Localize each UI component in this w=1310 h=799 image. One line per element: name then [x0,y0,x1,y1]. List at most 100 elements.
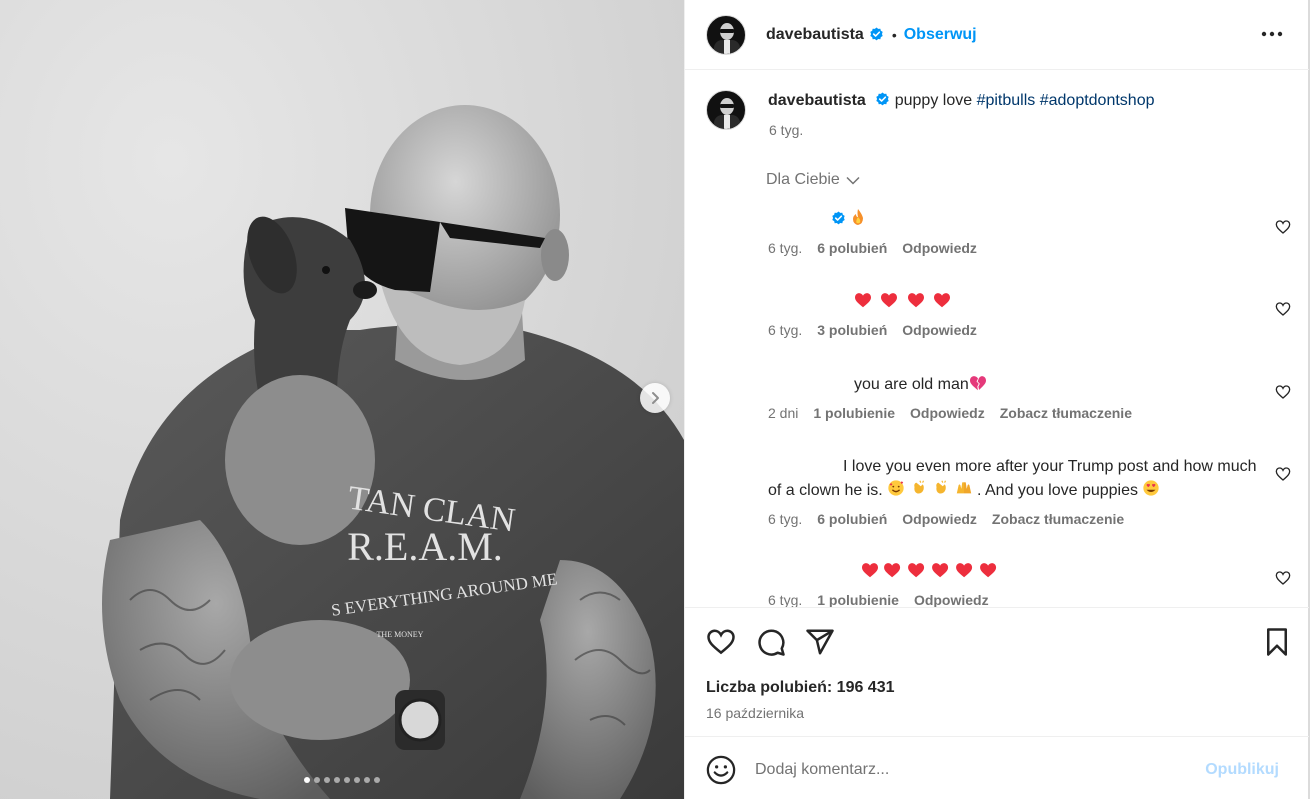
caption-time: 6 tyg. [769,122,804,138]
author-avatar[interactable] [706,14,746,55]
see-translation-button[interactable]: Zobacz tłumaczenie [992,511,1124,527]
like-comment-heart-icon[interactable] [1275,301,1291,317]
heart-emoji-icon [956,563,973,578]
post-media[interactable]: TAN CLAN R.E.A.M. S EVERYTHING AROUND ME… [0,0,684,799]
like-comment-heart-icon[interactable] [1275,384,1291,400]
comment-meta: 6 tyg. 3 polubień Odpowiedz [768,322,1288,338]
more-options-button[interactable] [1259,22,1285,46]
comment-likes[interactable]: 1 polubienie [813,405,895,421]
add-comment-bar: Opublikuj [685,738,1309,799]
raising-hands-emoji-icon [956,482,971,494]
post-header: davebautista • Obserwuj [685,0,1309,70]
caption-username[interactable]: davebautista [768,92,866,109]
comment-body [768,208,1288,232]
reply-button[interactable]: Odpowiedz [902,511,977,527]
like-comment-heart-icon[interactable] [1275,219,1291,235]
comment-input[interactable] [755,756,1195,784]
chevron-right-icon [652,392,659,404]
comment-likes[interactable]: 6 polubień [817,240,887,256]
comment-body [768,290,1288,314]
reply-button[interactable]: Odpowiedz [914,592,989,607]
heart-emoji-icon [934,293,951,308]
broken-heart-emoji-icon [969,376,986,391]
reply-button[interactable]: Odpowiedz [910,405,985,421]
comment-sort-label: Dla Ciebie [766,171,840,188]
heart-emoji-icon [980,563,997,578]
emoji-picker-icon[interactable] [706,755,736,785]
comment-body [768,560,1288,584]
comment-time: 6 tyg. [768,322,803,338]
like-comment-heart-icon[interactable] [1275,466,1291,482]
smiling-face-hearts-emoji-icon [888,480,904,496]
likes-count[interactable]: Liczba polubień: 196 431 [706,679,895,697]
heart-emoji-icon [881,293,898,308]
carousel-dot [354,777,360,783]
verified-badge-icon [870,27,883,41]
heart-emoji-icon [862,563,878,578]
caption-body: puppy love [894,92,973,109]
comment-item: 6 tyg. 1 polubienie Odpowiedz [768,560,1288,607]
comment-meta: 6 tyg. 6 polubień Odpowiedz [768,240,1288,256]
caption-avatar[interactable] [706,90,746,130]
clap-emoji-icon [936,480,947,494]
comment-likes[interactable]: 6 polubień [817,511,887,527]
see-translation-button[interactable]: Zobacz tłumaczenie [1000,405,1132,421]
post-photo: TAN CLAN R.E.A.M. S EVERYTHING AROUND ME… [0,0,684,799]
heart-eyes-emoji-icon [1143,480,1160,496]
comment-time: 2 dni [768,405,799,421]
comments-list[interactable]: davebautista puppy love #pitbulls #adopt… [685,71,1309,607]
reply-button[interactable]: Odpowiedz [902,322,977,338]
chevron-down-icon [846,176,860,185]
more-horizontal-icon [1261,31,1283,37]
like-comment-heart-icon[interactable] [1275,570,1291,586]
comment-item: I love you even more after your Trump po… [768,455,1268,527]
post-actions: Liczba polubień: 196 431 16 października [685,607,1309,737]
comment-text: you are old man [854,376,969,393]
save-bookmark-icon[interactable] [1262,627,1292,657]
comment-likes[interactable]: 3 polubień [817,322,887,338]
post-date: 16 października [706,705,805,721]
carousel-dot [374,777,380,783]
heart-emoji-icon [908,563,925,578]
reply-button[interactable]: Odpowiedz [902,240,977,256]
carousel-dot [364,777,370,783]
comment-body: you are old man [768,373,1288,397]
comment-time: 6 tyg. [768,511,803,527]
verified-badge-icon [876,92,889,106]
clap-emoji-icon [913,480,924,494]
heart-emoji-icon [907,293,924,308]
follow-button[interactable]: Obserwuj [904,26,977,44]
shirt-print-line2: R.E.A.M. [347,524,503,569]
hashtag-link[interactable]: #adoptdontshop [1040,92,1155,109]
comment-item: 6 tyg. 6 polubień Odpowiedz [768,208,1288,256]
heart-emoji-icon [932,563,949,578]
comment-body: I love you even more after your Trump po… [768,455,1268,503]
post-caption: davebautista puppy love #pitbulls #adopt… [706,90,1155,138]
comment-meta: 6 tyg. 6 polubień Odpowiedz Zobacz tłuma… [768,511,1268,527]
carousel-dot [324,777,330,783]
like-heart-icon[interactable] [706,627,736,657]
carousel-dot [344,777,350,783]
comment-time: 6 tyg. [768,592,803,607]
heart-emoji-icon [884,563,901,578]
comment-meta: 6 tyg. 1 polubienie Odpowiedz [768,592,1288,607]
carousel-dot [304,777,310,783]
comment-sort-dropdown[interactable]: Dla Ciebie [766,171,860,189]
fire-emoji-icon [853,209,864,225]
verified-badge-icon [832,211,845,225]
comment-bubble-icon[interactable] [756,627,786,657]
caption-text: davebautista puppy love #pitbulls #adopt… [768,90,1155,130]
comment-likes[interactable]: 1 polubienie [817,592,899,607]
share-paper-plane-icon[interactable] [805,627,835,657]
carousel-next-button[interactable] [640,383,670,413]
comment-item: 6 tyg. 3 polubień Odpowiedz [768,290,1288,338]
shirt-print-line4: THE MONEY [377,630,424,639]
author-username[interactable]: davebautista [766,26,864,44]
comment-text: I love you even more after your Trump po… [843,458,1213,475]
comment-time: 6 tyg. [768,240,803,256]
post-details-panel: davebautista • Obserwuj davebautista pup… [684,0,1310,799]
publish-button[interactable]: Opublikuj [1205,761,1279,779]
header-separator: • [891,26,897,43]
comment-meta: 2 dni 1 polubienie Odpowiedz Zobacz tłum… [768,405,1288,421]
hashtag-link[interactable]: #pitbulls [977,92,1036,109]
